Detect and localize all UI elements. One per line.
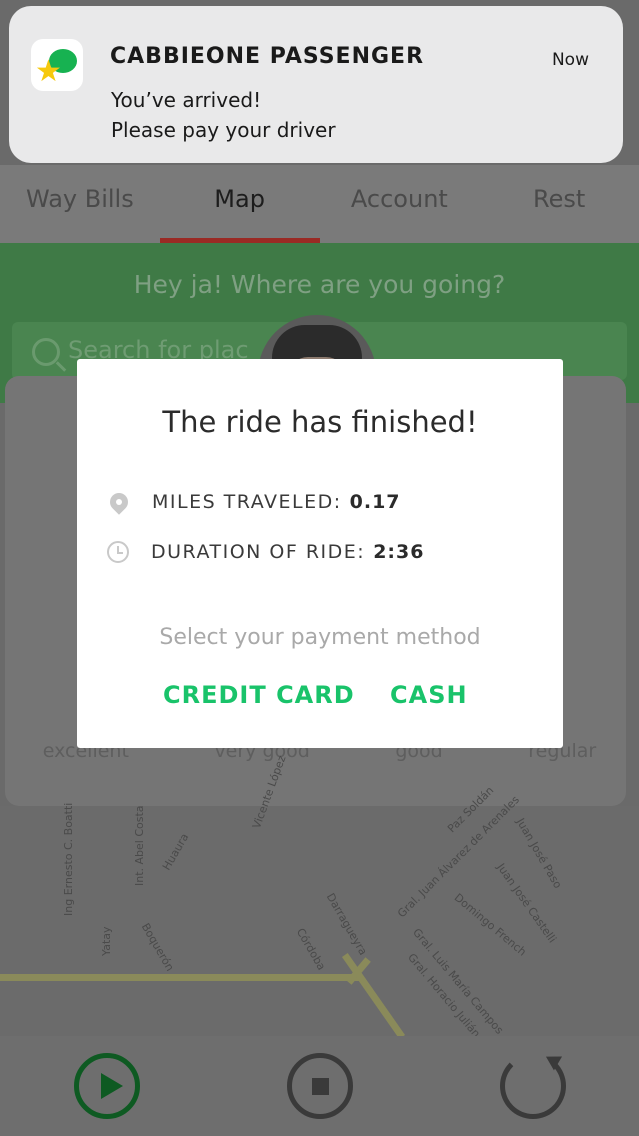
dialog-title: The ride has finished!: [162, 405, 478, 439]
location-pin-icon: [106, 489, 132, 515]
tab-way-bills[interactable]: Way Bills: [0, 165, 160, 243]
duration-value: 2:36: [373, 541, 425, 563]
clock-icon: [107, 541, 129, 563]
miles-row: MILES TRAVELED: 0.17: [106, 487, 401, 517]
payment-prompt: Select your payment method: [159, 625, 481, 650]
duration-row: DURATION OF RIDE: 2:36: [107, 537, 424, 567]
street-label: Juan José Paso: [513, 816, 565, 891]
ride-finished-dialog: The ride has finished! MILES TRAVELED: 0…: [77, 359, 563, 748]
refresh-icon[interactable]: [499, 1053, 566, 1119]
cash-button[interactable]: CASH: [390, 681, 468, 709]
map-road: [0, 974, 360, 981]
tab-account[interactable]: Account: [320, 165, 480, 243]
map-view[interactable]: Ing Ernesto C. Boatti Int. Abel Costa Hu…: [0, 754, 639, 1040]
tab-rest[interactable]: Rest: [479, 165, 639, 243]
ride-controls: [0, 1036, 639, 1136]
street-label: Córdoba: [293, 926, 329, 973]
tab-map[interactable]: Map: [159, 165, 320, 243]
destination-prompt: Hey ja! Where are you going?: [133, 270, 506, 299]
miles-value: 0.17: [349, 491, 401, 513]
street-label: Int. Abel Costa: [133, 805, 146, 886]
street-label: Ing Ernesto C. Boatti: [62, 802, 75, 916]
street-label: Darragueyra: [323, 891, 370, 958]
notification-app-name: CABBIEONE PASSENGER: [110, 44, 425, 69]
play-icon[interactable]: [73, 1053, 140, 1119]
duration-label: DURATION OF RIDE:: [151, 541, 366, 563]
map-road: [341, 953, 406, 1039]
credit-card-button[interactable]: CREDIT CARD: [163, 681, 355, 709]
miles-label: MILES TRAVELED:: [152, 491, 342, 513]
notification-body: Please pay your driver: [111, 118, 336, 142]
street-label: Yatay: [100, 926, 113, 956]
notification-time: Now: [551, 50, 589, 70]
street-label: Huaura: [160, 831, 192, 873]
notification-title: You’ve arrived!: [111, 88, 262, 112]
street-label: Boquerón: [138, 921, 177, 974]
stop-icon[interactable]: [286, 1053, 353, 1119]
cabbieone-app-icon: ★: [31, 39, 83, 91]
push-notification[interactable]: ★ CABBIEONE PASSENGER Now You’ve arrived…: [9, 6, 623, 163]
tab-bar: Way Bills Map Account Rest: [0, 165, 639, 243]
search-icon: [32, 338, 60, 366]
